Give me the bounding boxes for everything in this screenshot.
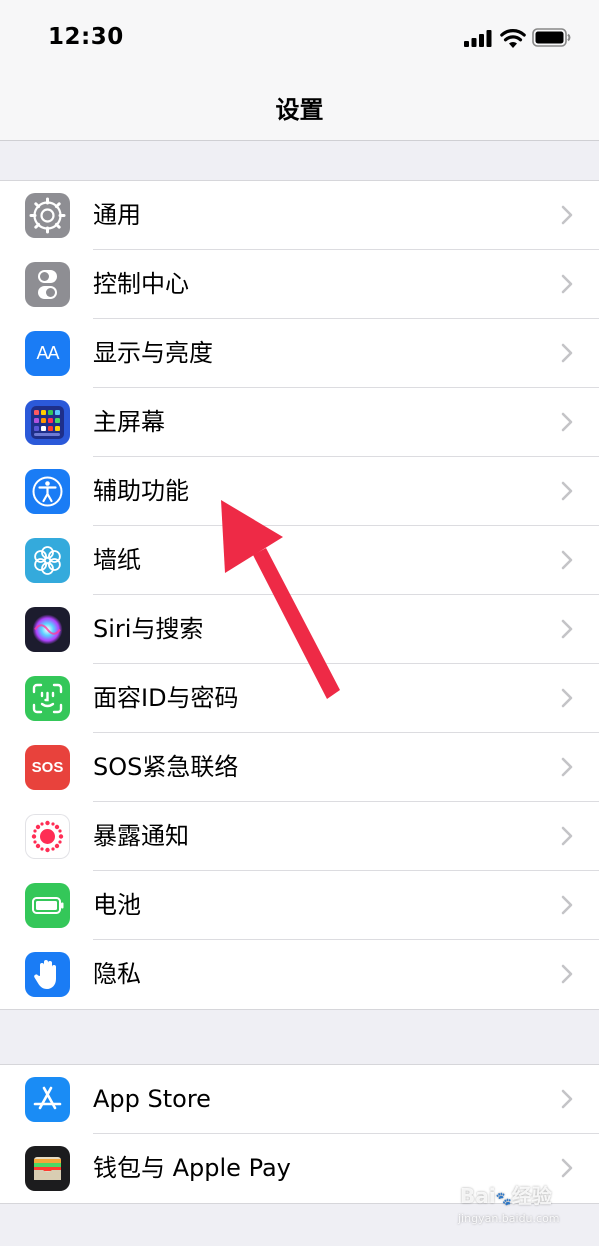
sos-glyph: SOS xyxy=(31,759,64,776)
chevron-right-icon xyxy=(561,826,573,846)
settings-row-label: 控制中心 xyxy=(93,270,189,298)
settings-row-label: 暴露通知 xyxy=(93,822,189,850)
settings-row-home-screen[interactable]: 主屏幕 xyxy=(0,388,599,457)
settings-row-label: App Store xyxy=(93,1085,211,1113)
toggles-icon xyxy=(25,262,70,307)
settings-row-label: 通用 xyxy=(93,201,141,229)
cellular-signal-icon xyxy=(464,30,492,47)
status-time: 12:30 xyxy=(48,24,124,50)
settings-row-emergency-sos[interactable]: SOS SOS紧急联络 xyxy=(0,733,599,802)
settings-row-label: 主屏幕 xyxy=(93,408,165,436)
wifi-icon xyxy=(500,29,526,48)
chevron-right-icon xyxy=(561,688,573,708)
chevron-right-icon xyxy=(561,619,573,639)
settings-row-control-center[interactable]: 控制中心 xyxy=(0,250,599,319)
chevron-right-icon xyxy=(561,964,573,984)
settings-row-display-brightness[interactable]: AA 显示与亮度 xyxy=(0,319,599,388)
hand-icon xyxy=(25,952,70,997)
battery-status-icon xyxy=(532,28,571,47)
settings-group-main: 通用 控制中心 AA 显示与亮度 主屏幕 辅助功能 墙纸 Siri与搜索 面容I… xyxy=(0,180,599,1010)
settings-row-siri-search[interactable]: Siri与搜索 xyxy=(0,595,599,664)
chevron-right-icon xyxy=(561,895,573,915)
flower-icon xyxy=(25,538,70,583)
chevron-right-icon xyxy=(561,274,573,294)
settings-row-label: 辅助功能 xyxy=(93,477,189,505)
settings-row-general[interactable]: 通用 xyxy=(0,181,599,250)
battery-icon xyxy=(25,883,70,928)
settings-row-label: Siri与搜索 xyxy=(93,615,204,643)
settings-row-wallpaper[interactable]: 墙纸 xyxy=(0,526,599,595)
chevron-right-icon xyxy=(561,343,573,363)
chevron-right-icon xyxy=(561,550,573,570)
app-grid-icon xyxy=(25,400,70,445)
gear-icon xyxy=(25,193,70,238)
settings-row-privacy[interactable]: 隐私 xyxy=(0,940,599,1009)
exposure-icon xyxy=(25,814,70,859)
sos-icon: SOS xyxy=(25,745,70,790)
chevron-right-icon xyxy=(561,1158,573,1178)
face-id-icon xyxy=(25,676,70,721)
settings-row-label: 电池 xyxy=(93,891,141,919)
settings-row-label: 钱包与 Apple Pay xyxy=(93,1154,291,1182)
chevron-right-icon xyxy=(561,412,573,432)
watermark-url: jingyan.baidu.com xyxy=(458,1212,560,1225)
watermark-brand: Bai xyxy=(460,1184,496,1208)
settings-row-exposure-notifications[interactable]: 暴露通知 xyxy=(0,802,599,871)
chevron-right-icon xyxy=(561,481,573,501)
chevron-right-icon xyxy=(561,757,573,777)
watermark-logo: Bai🐾经验 xyxy=(460,1184,552,1208)
siri-icon xyxy=(25,607,70,652)
chevron-right-icon xyxy=(561,205,573,225)
app-store-icon xyxy=(25,1077,70,1122)
settings-row-label: 墙纸 xyxy=(93,546,141,574)
settings-row-accessibility[interactable]: 辅助功能 xyxy=(0,457,599,526)
settings-row-battery[interactable]: 电池 xyxy=(0,871,599,940)
watermark-brand2: 经验 xyxy=(511,1184,552,1208)
navigation-bar: 设置 xyxy=(0,80,599,141)
accessibility-icon xyxy=(25,469,70,514)
settings-row-app-store[interactable]: App Store xyxy=(0,1065,599,1134)
page-title: 设置 xyxy=(275,96,324,124)
settings-row-label: 面容ID与密码 xyxy=(93,684,239,712)
chevron-right-icon xyxy=(561,1089,573,1109)
settings-row-face-id-passcode[interactable]: 面容ID与密码 xyxy=(0,664,599,733)
settings-row-label: SOS紧急联络 xyxy=(93,753,239,781)
wallet-icon xyxy=(25,1146,70,1191)
text-size-glyph: AA xyxy=(36,343,59,363)
settings-row-label: 显示与亮度 xyxy=(93,339,213,367)
status-bar: 12:30 xyxy=(0,0,599,80)
settings-row-label: 隐私 xyxy=(93,960,141,988)
text-size-icon: AA xyxy=(25,331,70,376)
